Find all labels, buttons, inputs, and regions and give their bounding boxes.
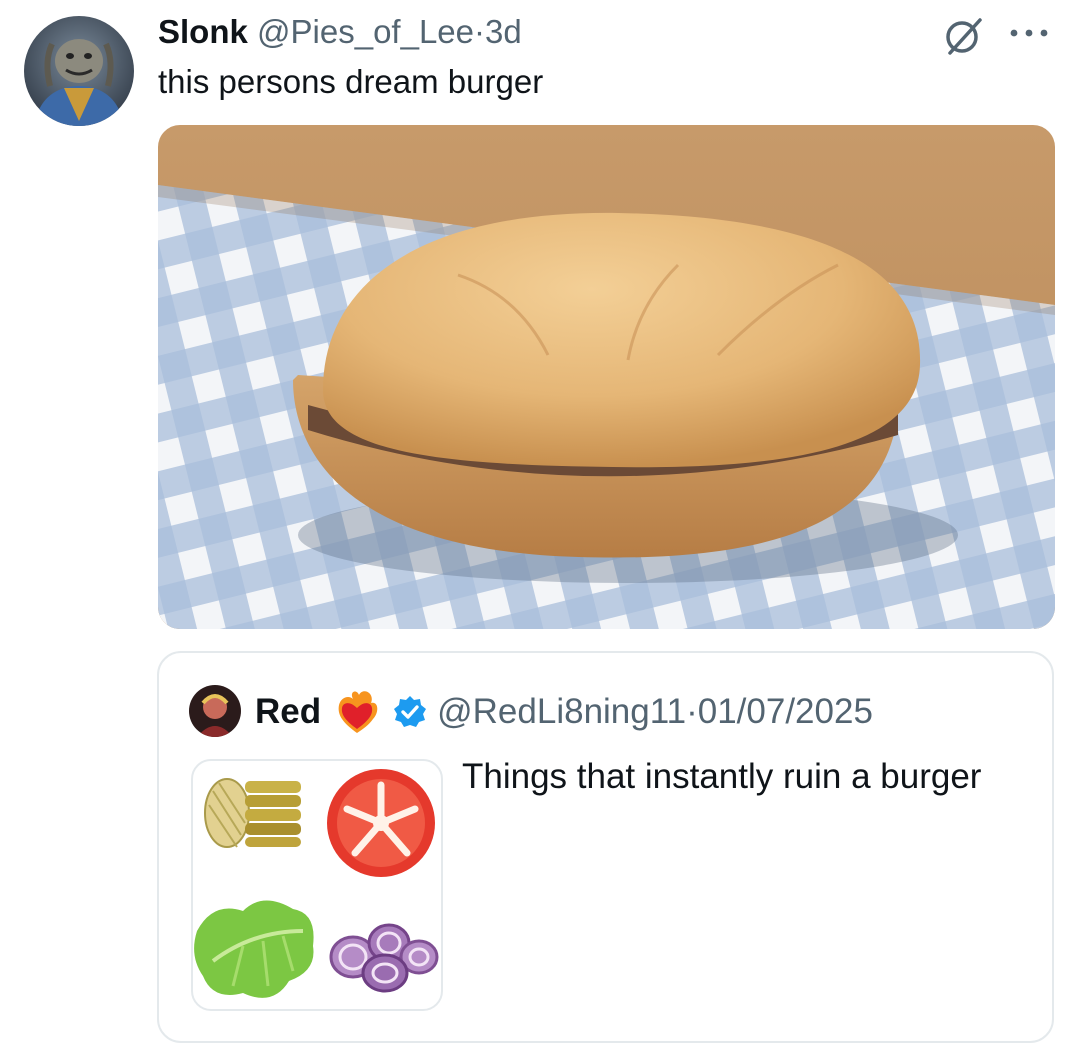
pickles-image — [204, 778, 301, 848]
quoted-tweet-header: Red @RedLi8ning11 · 01/07/2025 — [255, 689, 873, 735]
tomato-slice-image — [327, 769, 435, 877]
author-handle[interactable]: @Pies_of_Lee — [257, 13, 474, 50]
more-options-icon[interactable] — [1007, 26, 1051, 40]
author-avatar[interactable] — [24, 16, 134, 126]
heart-on-fire-icon — [335, 689, 379, 735]
lettuce-image — [194, 900, 314, 998]
author-name[interactable]: Slonk — [158, 13, 248, 50]
quoted-author-handle[interactable]: @RedLi8ning11 — [437, 690, 686, 734]
red-onion-image — [329, 923, 439, 993]
quoted-tweet-card[interactable]: Red @RedLi8ning11 · 01/07/2025 Things th… — [157, 651, 1054, 1043]
verified-badge-icon — [393, 695, 427, 729]
grok-icon[interactable] — [942, 16, 986, 56]
tweet-media-image[interactable] — [158, 125, 1055, 629]
quoted-tweet-date[interactable]: 01/07/2025 — [698, 690, 873, 734]
quoted-author-avatar[interactable] — [189, 685, 241, 737]
quoted-tweet-text: Things that instantly ruin a burger — [462, 757, 982, 796]
quoted-media-grid[interactable] — [191, 759, 443, 1011]
tweet-text: this persons dream burger — [158, 63, 544, 100]
quoted-separator-dot: · — [686, 692, 698, 731]
separator-dot: · — [474, 13, 486, 50]
tweet-header: Slonk @Pies_of_Lee·3d — [158, 12, 522, 52]
tweet-age[interactable]: 3d — [485, 13, 522, 50]
quoted-author-name[interactable]: Red — [255, 690, 321, 734]
